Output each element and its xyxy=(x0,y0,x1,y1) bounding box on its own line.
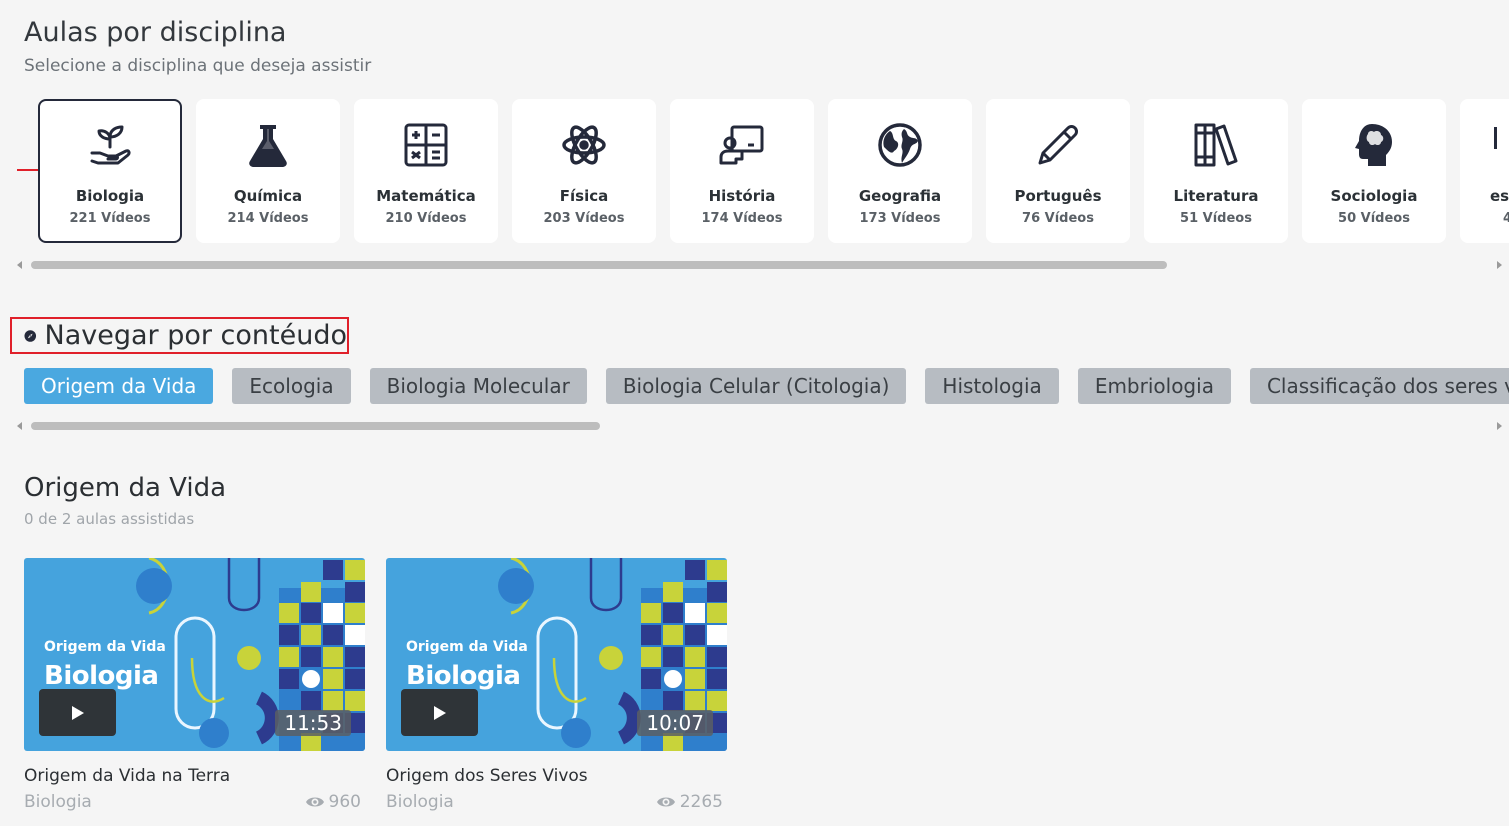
subject-card-matematica[interactable]: Matemática 210 Vídeos xyxy=(354,99,498,243)
play-icon xyxy=(71,705,84,720)
chip-histologia[interactable]: Histologia xyxy=(925,368,1059,404)
scroll-left-arrow[interactable] xyxy=(17,422,22,430)
subject-count: 174 Vídeos xyxy=(701,211,783,226)
subject-count: 214 Vídeos xyxy=(227,211,309,226)
books-icon xyxy=(1190,119,1242,171)
video-views: 960 xyxy=(305,792,361,812)
chip-embriologia[interactable]: Embriologia xyxy=(1077,368,1231,404)
thumbnail-subtitle: Origem da Vida xyxy=(44,639,166,655)
subject-name: Português xyxy=(1014,187,1102,205)
subject-count: 173 Vídeos xyxy=(859,211,941,226)
subjects-title: Aulas por disciplina xyxy=(24,17,287,48)
compass-icon xyxy=(24,329,37,342)
scroll-thumb[interactable] xyxy=(31,261,1167,269)
play-button[interactable] xyxy=(39,689,116,736)
subject-card-sociologia[interactable]: Sociologia 50 Vídeos xyxy=(1302,99,1446,243)
subject-name: Biologia xyxy=(75,187,145,205)
subject-name: Química xyxy=(233,187,303,205)
subject-card-fisica[interactable]: Física 203 Vídeos xyxy=(512,99,656,243)
subject-name: História xyxy=(708,187,776,205)
video-meta: Biologia 2265 xyxy=(386,792,727,812)
teacher-board-icon xyxy=(716,119,768,171)
scroll-thumb[interactable] xyxy=(31,422,600,430)
partial-icon xyxy=(1490,119,1509,171)
video-title[interactable]: Origem dos Seres Vivos xyxy=(386,766,727,786)
video-card[interactable]: Origem da Vida Biologia 10:07 Origem dos… xyxy=(386,558,727,812)
subject-name: Matemática xyxy=(376,187,476,205)
chip-ecologia[interactable]: Ecologia xyxy=(232,368,351,404)
subjects-subtitle: Selecione a disciplina que deseja assist… xyxy=(24,56,372,76)
subject-count: 50 Vídeos xyxy=(1338,211,1410,226)
subject-count: 203 Vídeos xyxy=(543,211,625,226)
browse-title: Navegar por contéudo xyxy=(44,320,347,351)
subject-card-historia[interactable]: História 174 Vídeos xyxy=(670,99,814,243)
subject-name: Sociologia xyxy=(1330,187,1418,205)
subject-card-portugues[interactable]: Português 76 Vídeos xyxy=(986,99,1130,243)
scroll-right-arrow[interactable] xyxy=(1497,261,1502,269)
video-meta: Biologia 960 xyxy=(24,792,365,812)
subject-count: 4 xyxy=(1503,211,1509,226)
video-title[interactable]: Origem da Vida na Terra xyxy=(24,766,365,786)
chip-biologia-celular[interactable]: Biologia Celular (Citologia) xyxy=(605,368,907,404)
subject-count: 76 Vídeos xyxy=(1022,211,1094,226)
plant-hand-icon xyxy=(84,119,136,171)
chip-classificacao[interactable]: Classificação dos seres vivos xyxy=(1249,368,1509,404)
views-count: 2265 xyxy=(679,792,723,812)
play-button[interactable] xyxy=(401,689,478,736)
eye-icon xyxy=(656,797,675,807)
video-thumbnail[interactable]: Origem da Vida Biologia 10:07 xyxy=(386,558,727,751)
scroll-left-arrow[interactable] xyxy=(17,261,22,269)
thumbnail-subtitle: Origem da Vida xyxy=(406,639,528,655)
eye-icon xyxy=(305,797,324,807)
thumbnail-title: Biologia xyxy=(44,661,159,691)
globe-icon xyxy=(874,119,926,171)
play-icon xyxy=(433,705,446,720)
calculator-icon xyxy=(400,119,452,171)
thumbnail-title: Biologia xyxy=(406,661,521,691)
chip-origem-da-vida[interactable]: Origem da Vida xyxy=(24,368,214,404)
subject-card-biologia[interactable]: Biologia 221 Vídeos xyxy=(38,99,182,243)
subject-name: es xyxy=(1490,187,1509,205)
video-duration: 10:07 xyxy=(637,710,713,736)
video-thumbnail[interactable]: Origem da Vida Biologia 11:53 xyxy=(24,558,365,751)
subject-card-literatura[interactable]: Literatura 51 Vídeos xyxy=(1144,99,1288,243)
topic-chips: Origem da Vida Ecologia Biologia Molecul… xyxy=(24,368,1509,406)
subject-count: 221 Vídeos xyxy=(69,211,151,226)
browse-title-box: Navegar por contéudo xyxy=(10,317,349,354)
chip-biologia-molecular[interactable]: Biologia Molecular xyxy=(369,368,587,404)
views-count: 960 xyxy=(328,792,361,812)
video-subject: Biologia xyxy=(386,792,454,812)
subject-card-geografia[interactable]: Geografia 173 Vídeos xyxy=(828,99,972,243)
video-subject: Biologia xyxy=(24,792,92,812)
scroll-right-arrow[interactable] xyxy=(1497,422,1502,430)
flask-icon xyxy=(242,119,294,171)
video-card[interactable]: Origem da Vida Biologia 11:53 Origem da … xyxy=(24,558,365,812)
subject-name: Geografia xyxy=(858,187,942,205)
content-progress: 0 de 2 aulas assistidas xyxy=(24,510,195,528)
video-duration: 11:53 xyxy=(275,710,351,736)
subject-card-partial[interactable]: es 4 xyxy=(1460,99,1509,243)
subjects-carousel: Biologia 221 Vídeos Química 214 Vídeos M… xyxy=(38,99,1509,243)
head-brain-icon xyxy=(1348,119,1400,171)
atom-icon xyxy=(558,119,610,171)
subject-count: 51 Vídeos xyxy=(1180,211,1252,226)
subject-name: Física xyxy=(559,187,609,205)
subject-card-quimica[interactable]: Química 214 Vídeos xyxy=(196,99,340,243)
pencil-icon xyxy=(1032,119,1084,171)
content-title: Origem da Vida xyxy=(24,473,227,503)
subject-count: 210 Vídeos xyxy=(385,211,467,226)
subject-name: Literatura xyxy=(1173,187,1259,205)
video-views: 2265 xyxy=(656,792,723,812)
